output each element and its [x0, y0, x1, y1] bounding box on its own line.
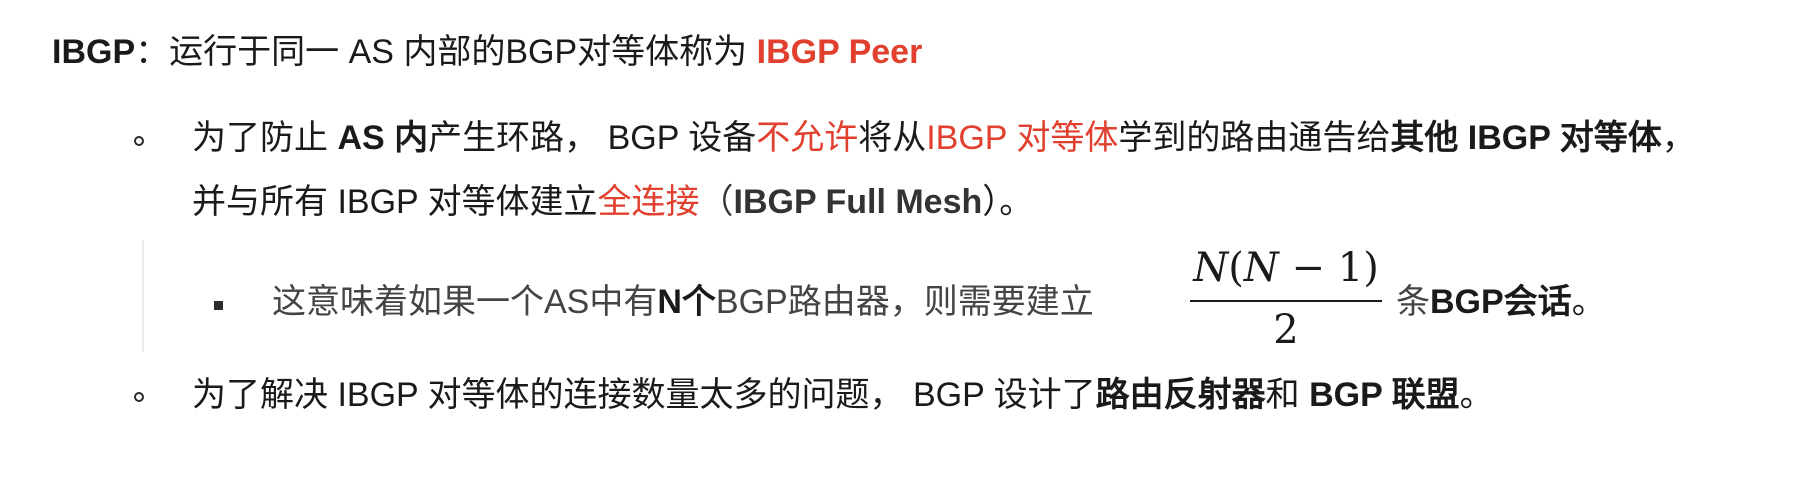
formula-paren: (	[1228, 245, 1244, 291]
document: IBGP：运行于同一 AS 内部的BGP对等体称为 IBGP Peer 为了防止…	[0, 0, 1818, 482]
text: 为了防止	[192, 119, 338, 157]
bold-text: N个	[657, 283, 716, 321]
text: 为了解决 IBGP 对等体的连接数量太多的问题， BGP 设计了	[192, 376, 1096, 414]
formula-numerator: N(N − 1)	[1186, 244, 1386, 292]
list-item-1-line-2: 并与所有 IBGP 对等体建立全连接（IBGP Full Mesh）。	[192, 182, 1033, 222]
text: 和	[1265, 376, 1310, 414]
text: ，	[1661, 119, 1696, 157]
list-bullet-circle	[134, 392, 144, 402]
formula-var: N	[1193, 245, 1229, 291]
sub-item-tail: 条BGP会话。	[1396, 282, 1606, 322]
formula-var: N	[1243, 245, 1279, 291]
text: 并与所有 IBGP 对等体建立	[192, 183, 598, 221]
text: 条	[1396, 283, 1430, 321]
definition-text: 运行于同一 AS 内部的BGP对等体称为	[169, 33, 757, 71]
term-ibgp: IBGP	[52, 33, 136, 71]
formula-rest: − 1)	[1278, 245, 1379, 291]
text: BGP路由器，则需要建立	[715, 283, 1094, 321]
list-item-2: 为了解决 IBGP 对等体的连接数量太多的问题， BGP 设计了路由反射器和 B…	[192, 375, 1494, 415]
bold-text: IBGP Full Mesh	[733, 183, 983, 221]
highlight-ibgp-peer: IBGP Peer	[756, 33, 923, 71]
nested-block-bar	[142, 240, 144, 352]
text: （	[699, 183, 734, 221]
list-item-1-line-1: 为了防止 AS 内产生环路， BGP 设备不允许将从IBGP 对等体学到的路由通…	[192, 118, 1696, 158]
text: 产生环路， BGP 设备	[428, 119, 757, 157]
formula-denominator: 2	[1273, 307, 1299, 353]
highlight-text: 全连接	[597, 183, 700, 221]
bold-text: AS 内	[337, 119, 429, 157]
list-bullet-square	[214, 301, 223, 310]
title-colon: ：	[135, 33, 170, 71]
highlight-text: IBGP 对等体	[926, 119, 1119, 157]
bold-text: BGP 联盟	[1309, 376, 1460, 414]
sub-item-text: 这意味着如果一个AS中有N个BGP路由器，则需要建立	[272, 282, 1094, 322]
text: 。	[1571, 283, 1606, 321]
bold-text: 路由反射器	[1095, 376, 1266, 414]
bold-text: BGP会话	[1430, 283, 1572, 321]
ibgp-definition-line: IBGP：运行于同一 AS 内部的BGP对等体称为 IBGP Peer	[52, 32, 922, 72]
highlight-text: 不允许	[756, 119, 859, 157]
list-bullet-circle	[134, 136, 144, 146]
fraction-bar	[1190, 300, 1382, 302]
text: ）。	[982, 183, 1034, 221]
session-count-formula: N(N − 1) 2	[1186, 244, 1386, 354]
text: 。	[1459, 376, 1494, 414]
bold-text: 其他 IBGP 对等体	[1390, 119, 1662, 157]
text: 学到的路由通告给	[1118, 119, 1391, 157]
text: 这意味着如果一个AS中有	[272, 283, 658, 321]
text: 将从	[858, 119, 927, 157]
